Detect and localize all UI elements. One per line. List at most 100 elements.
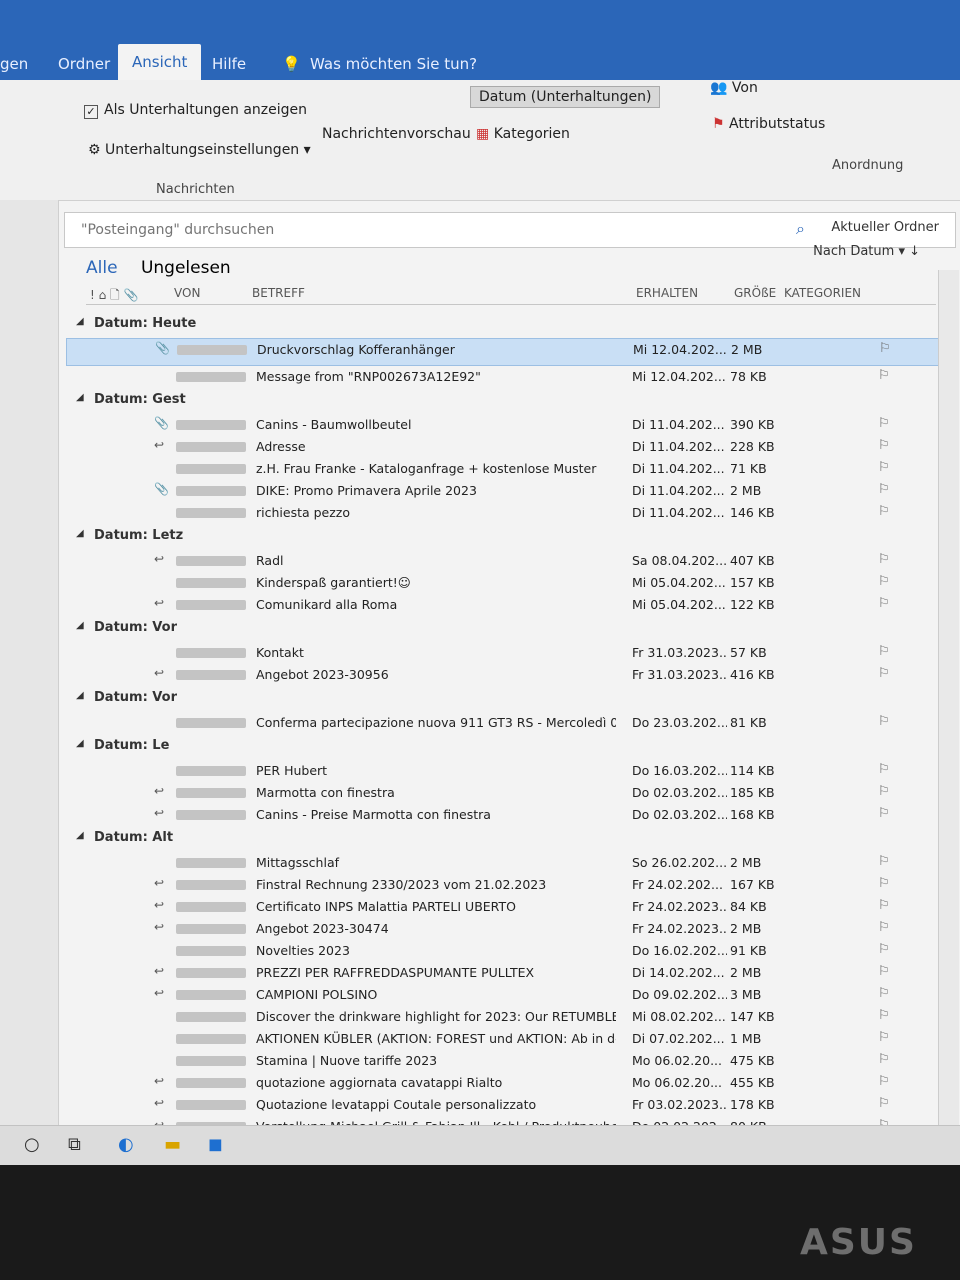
flag-icon[interactable]: ⚐ [878, 644, 890, 659]
mail-row[interactable]: richiesta pezzo Di 11.04.202... 146 KB ⚐ [66, 502, 946, 524]
collapse-triangle-icon[interactable]: ◢ [76, 830, 84, 841]
mail-row[interactable]: Mittagsschlaf So 26.02.202... 2 MB ⚐ [66, 852, 946, 874]
flag-icon[interactable]: ⚐ [878, 460, 890, 475]
tab-start[interactable]: gen [0, 55, 28, 73]
date-group-header[interactable]: ◢ Datum: Letz [66, 524, 946, 550]
flag-icon[interactable]: ⚐ [878, 762, 890, 777]
flag-icon[interactable]: ⚐ [878, 806, 890, 821]
header-from[interactable]: VON [174, 286, 200, 300]
mail-row[interactable]: Kontakt Fr 31.03.2023... 57 KB ⚐ [66, 642, 946, 664]
filter-all[interactable]: Alle [86, 258, 118, 278]
flag-icon[interactable]: ⚐ [878, 438, 890, 453]
flag-icon[interactable]: ⚐ [878, 876, 890, 891]
flag-icon[interactable]: ⚐ [878, 416, 890, 431]
flag-icon[interactable]: ⚐ [878, 854, 890, 869]
flag-icon[interactable]: ⚐ [878, 574, 890, 589]
header-subject[interactable]: BETREFF [252, 286, 305, 300]
mail-row[interactable]: ↩ quotazione aggiornata cavatappi Rialto M… [66, 1072, 946, 1094]
flag-icon[interactable]: ⚐ [878, 368, 890, 383]
mail-row[interactable]: z.H. Frau Franke - Kataloganfrage + kost… [66, 458, 946, 480]
mail-row[interactable]: ↩ Marmotta con finestra Do 02.03.202... 185… [66, 782, 946, 804]
flag-icon[interactable]: ⚐ [878, 1096, 890, 1111]
collapse-triangle-icon[interactable]: ◢ [76, 392, 84, 403]
flag-icon[interactable]: ⚐ [878, 1074, 890, 1089]
mail-row[interactable]: Stamina | Nuove tariffe 2023 Mo 06.02.20.… [66, 1050, 946, 1072]
search-icon[interactable]: ○ [24, 1134, 40, 1155]
outlook-icon[interactable]: ◼ [208, 1134, 223, 1155]
flag-icon[interactable]: ⚐ [878, 986, 890, 1001]
mail-row[interactable]: Conferma partecipazione nuova 911 GT3 RS… [66, 712, 946, 734]
mail-row[interactable]: Discover the drinkware highlight for 202… [66, 1006, 946, 1028]
show-conversations-checkbox[interactable]: ✓ Als Unterhaltungen anzeigen [84, 102, 307, 119]
mail-received-date: Mi 05.04.202... [632, 575, 726, 590]
from-button[interactable]: 👥 Von [710, 80, 758, 96]
header-categories[interactable]: KATEGORIEN [784, 286, 861, 300]
conversation-settings-button[interactable]: ⚙ Unterhaltungseinstellungen ▾ [88, 142, 311, 158]
flag-icon[interactable]: ⚐ [878, 504, 890, 519]
date-group-header[interactable]: ◢ Datum: Vor [66, 616, 946, 642]
mail-row[interactable]: Kinderspaß garantiert!☺ Mi 05.04.202... 15… [66, 572, 946, 594]
header-size[interactable]: GRÖßE [734, 286, 776, 300]
collapse-triangle-icon[interactable]: ◢ [76, 690, 84, 701]
flag-icon[interactable]: ⚐ [878, 596, 890, 611]
date-group-header[interactable]: ◢ Datum: Heute [66, 312, 946, 338]
flag-icon[interactable]: ⚐ [878, 1030, 890, 1045]
mail-row[interactable]: AKTIONEN KÜBLER (AKTION: FOREST und AKTI… [66, 1028, 946, 1050]
mail-row[interactable]: ↩ Angebot 2023-30956 Fr 31.03.2023... 416 K… [66, 664, 946, 686]
sort-date-conversations[interactable]: Datum (Unterhaltungen) [470, 86, 661, 108]
mail-row[interactable]: ↩ CAMPIONI POLSINO Do 09.02.202... 3 MB ⚐ [66, 984, 946, 1006]
flag-icon[interactable]: ⚐ [878, 552, 890, 567]
mail-row[interactable]: Message from "RNP002673A12E92" Mi 12.04.2… [66, 366, 946, 388]
mail-subject: Discover the drinkware highlight for 202… [256, 1009, 616, 1024]
collapse-triangle-icon[interactable]: ◢ [76, 316, 84, 327]
task-view-icon[interactable]: ⧉ [68, 1134, 81, 1155]
search-icon[interactable]: ⌕ [796, 219, 805, 239]
date-group-header[interactable]: ◢ Datum: Alt [66, 826, 946, 852]
mail-row[interactable]: PER Hubert Do 16.03.202... 114 KB ⚐ [66, 760, 946, 782]
mail-row[interactable]: 📎 Druckvorschlag Kofferanhänger Mi 12.04.2… [66, 338, 946, 366]
date-group-header[interactable]: ◢ Datum: Le [66, 734, 946, 760]
flag-icon[interactable]: ⚐ [878, 942, 890, 957]
filter-unread[interactable]: Ungelesen [141, 258, 231, 278]
flag-icon[interactable]: ⚐ [878, 1052, 890, 1067]
flag-icon[interactable]: ⚐ [878, 784, 890, 799]
categories-button[interactable]: ▦ Kategorien [476, 126, 570, 142]
header-received[interactable]: ERHALTEN [636, 286, 698, 300]
flag-icon[interactable]: ⚐ [878, 482, 890, 497]
mail-row[interactable]: ↩ Radl Sa 08.04.202... 407 KB ⚐ [66, 550, 946, 572]
flag-icon[interactable]: ⚐ [879, 341, 891, 356]
search-input[interactable] [79, 221, 703, 239]
tab-help[interactable]: Hilfe [212, 55, 246, 73]
message-preview-button[interactable]: Nachrichtenvorschau [322, 126, 471, 142]
flag-icon[interactable]: ⚐ [878, 898, 890, 913]
mail-row[interactable]: ↩ Canins - Preise Marmotta con finestra Do… [66, 804, 946, 826]
mail-row[interactable]: ↩ Adresse Di 11.04.202... 228 KB ⚐ [66, 436, 946, 458]
scrollbar[interactable] [938, 270, 959, 1130]
collapse-triangle-icon[interactable]: ◢ [76, 738, 84, 749]
edge-icon[interactable]: ◐ [118, 1134, 134, 1155]
flag-icon[interactable]: ⚐ [878, 964, 890, 979]
mail-row[interactable]: ↩ Quotazione levatappi Coutale personaliz… [66, 1094, 946, 1116]
search-scope-dropdown[interactable]: Aktueller Ordner [831, 220, 939, 235]
flag-status-button[interactable]: ⚑ Attributstatus [712, 116, 825, 132]
collapse-triangle-icon[interactable]: ◢ [76, 528, 84, 539]
mail-row[interactable]: ↩ Angebot 2023-30474 Fr 24.02.2023... 2 MB ⚐ [66, 918, 946, 940]
mail-row[interactable]: ↩ Comunikard alla Roma Mi 05.04.202... 122 … [66, 594, 946, 616]
mail-row[interactable]: 📎 DIKE: Promo Primavera Aprile 2023 Di 11.… [66, 480, 946, 502]
collapse-triangle-icon[interactable]: ◢ [76, 620, 84, 631]
mail-row[interactable]: ↩ PREZZI PER RAFFREDDASPUMANTE PULLTEX Di … [66, 962, 946, 984]
tell-me-box[interactable]: Was möchten Sie tun? [310, 55, 477, 73]
flag-icon[interactable]: ⚐ [878, 1008, 890, 1023]
sort-dropdown[interactable]: Nach Datum ▾ ↓ [813, 244, 920, 259]
folder-icon[interactable]: ▬ [164, 1134, 181, 1155]
mail-row[interactable]: 📎 Canins - Baumwollbeutel Di 11.04.202... 3… [66, 414, 946, 436]
mail-row[interactable]: ↩ Certificato INPS Malattia PARTELI UBERT… [66, 896, 946, 918]
mail-row[interactable]: ↩ Finstral Rechnung 2330/2023 vom 21.02.2… [66, 874, 946, 896]
flag-icon[interactable]: ⚐ [878, 920, 890, 935]
date-group-header[interactable]: ◢ Datum: Gest [66, 388, 946, 414]
flag-icon[interactable]: ⚐ [878, 666, 890, 681]
mail-row[interactable]: Novelties 2023 Do 16.02.202... 91 KB ⚐ [66, 940, 946, 962]
date-group-header[interactable]: ◢ Datum: Vor [66, 686, 946, 712]
flag-icon[interactable]: ⚐ [878, 714, 890, 729]
tab-folder[interactable]: Ordner [58, 55, 110, 73]
